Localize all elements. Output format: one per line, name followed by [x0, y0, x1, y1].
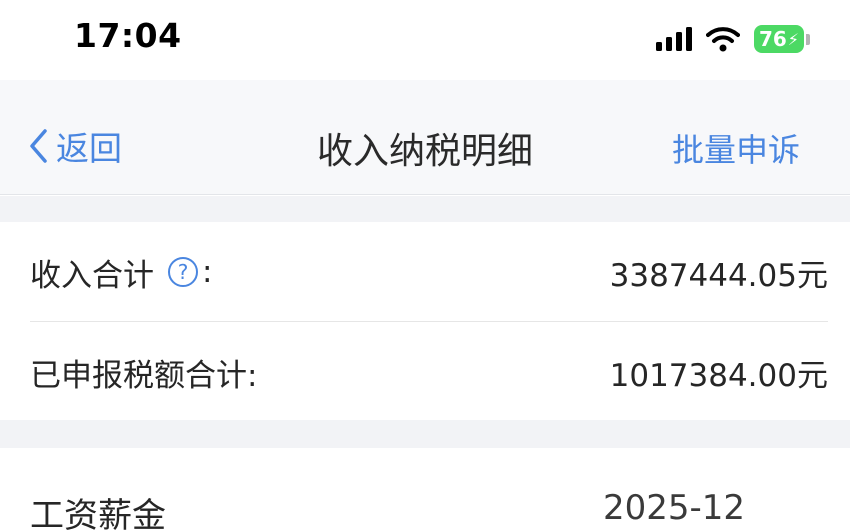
tax-total-row: 已申报税额合计: 1017384.00元 — [30, 322, 828, 422]
tax-total-label: 已申报税额合计: — [30, 357, 258, 394]
battery-level: 76 ⚡ — [754, 25, 804, 53]
battery-cap — [806, 33, 810, 45]
cellular-signal-icon — [656, 27, 692, 51]
charging-bolt-icon: ⚡ — [787, 29, 800, 49]
help-icon[interactable]: ? — [168, 257, 198, 287]
battery-icon: 76 ⚡ — [754, 25, 810, 53]
wifi-icon — [706, 26, 740, 52]
back-label: 返回 — [56, 129, 122, 168]
income-period: 2025-12 — [603, 488, 746, 528]
income-total-row: 收入合计 ? : 3387444.05元 — [30, 222, 828, 322]
back-button[interactable]: 返回 — [28, 122, 122, 170]
section-gap — [0, 196, 850, 222]
income-total-label-group: 收入合计 ? : — [30, 250, 212, 295]
chevron-left-icon — [30, 129, 47, 163]
status-indicators: 76 ⚡ — [656, 24, 810, 54]
income-total-value: 3387444.05元 — [609, 257, 828, 294]
income-total-label: 收入合计 — [30, 257, 154, 294]
status-time: 17:04 — [74, 16, 182, 55]
batch-appeal-button[interactable]: 批量申诉 — [672, 125, 800, 171]
status-bar: 17:04 76 ⚡ — [0, 0, 850, 80]
income-category: 工资薪金 — [30, 496, 166, 530]
navigation-bar: 返回 收入纳税明细 批量申诉 — [0, 80, 850, 195]
income-total-colon: : — [202, 254, 213, 290]
tax-total-value: 1017384.00元 — [609, 357, 828, 394]
summary-card: 收入合计 ? : 3387444.05元 已申报税额合计: 1017384.00… — [0, 222, 850, 420]
section-gap — [0, 420, 850, 448]
battery-percent: 76 — [758, 27, 787, 51]
list-item[interactable]: 工资薪金 2025-12 — [0, 448, 850, 530]
